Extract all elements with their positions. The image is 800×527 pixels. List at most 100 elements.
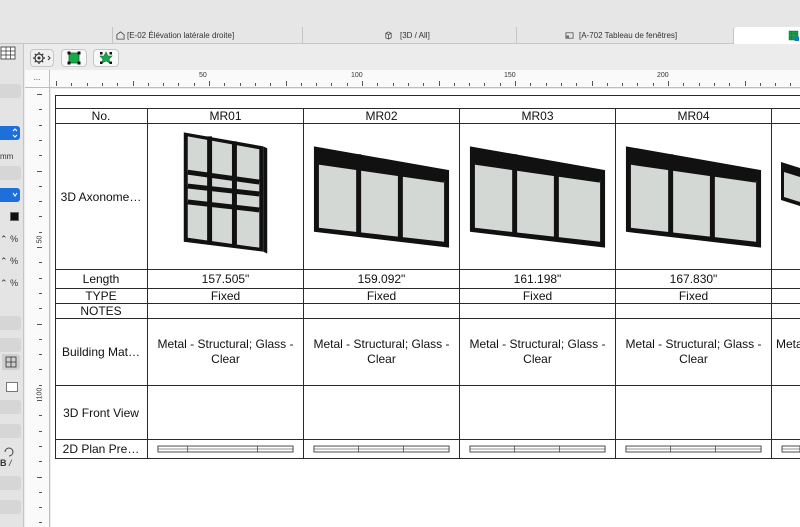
percent-row-2[interactable]: ⌃ % [0, 256, 18, 267]
stepper-icon: ⌃ [0, 278, 8, 288]
schedule-grid-icon[interactable] [0, 46, 16, 60]
ruler-tick [453, 83, 455, 86]
view-tab-bar: [E-02 Élévation latérale droite] [3D / A… [0, 0, 800, 44]
ruler-tick [652, 83, 654, 86]
ruler-tick [744, 81, 746, 86]
plan-preview-mr01[interactable] [148, 440, 304, 458]
material-mr03[interactable]: Metal - Structural; Glass - Clear [460, 319, 616, 385]
length-mr02[interactable]: 159.092" [304, 270, 460, 288]
zoom-selection-button[interactable] [93, 49, 119, 67]
plan-preview-mr04[interactable] [616, 440, 772, 458]
front-view-mr01[interactable] [148, 386, 304, 439]
palette-field-1[interactable] [0, 84, 21, 98]
type-mr03[interactable]: Fixed [460, 289, 616, 303]
ruler-tick [39, 216, 42, 218]
settings-button[interactable] [30, 49, 54, 67]
ruler-tick [86, 83, 88, 86]
row-header-3d-front-view: 3D Front View [55, 386, 148, 439]
type-mr02[interactable]: Fixed [304, 289, 460, 303]
palette-field-7[interactable] [0, 476, 21, 490]
ruler-tick [39, 155, 42, 157]
window-3d-preview-mr04 [625, 146, 762, 248]
tab-3d[interactable]: [3D / All] [302, 27, 516, 44]
material-mr05[interactable]: Metal [772, 319, 800, 385]
percent-row-3[interactable]: ⌃ % [0, 278, 18, 289]
ruler-tick [392, 83, 394, 86]
tab-3d-label: [3D / All] [400, 31, 430, 40]
ruler-corner[interactable]: ... [25, 70, 50, 88]
ruler-tick [423, 83, 425, 86]
ruler-tick [759, 83, 761, 86]
ruler-tick [39, 507, 42, 509]
ruler-tick [224, 83, 226, 86]
plan-preview-mr05[interactable] [772, 440, 800, 458]
notes-mr04[interactable] [616, 304, 772, 318]
palette-field-2[interactable] [0, 166, 21, 180]
notes-mr02[interactable] [304, 304, 460, 318]
front-view-mr05[interactable] [772, 386, 800, 439]
palette-dropdown-2[interactable] [0, 188, 20, 202]
palette-field-3[interactable] [0, 316, 21, 330]
palette-field-4[interactable] [0, 338, 21, 352]
col-id-mr04[interactable]: MR04 [616, 109, 772, 123]
palette-dropdown-1[interactable] [0, 126, 20, 140]
ruler-tick [101, 83, 103, 86]
window-3d-preview-mr05 [781, 162, 800, 206]
tab-elevation[interactable]: [E-02 Élévation latérale droite] [112, 27, 302, 44]
percent-row-1[interactable]: ⌃ % [0, 234, 18, 245]
tab-active-view[interactable] [733, 27, 800, 44]
schedule-icon [565, 32, 574, 39]
schedule-toolbar [25, 44, 800, 70]
ruler-tick [362, 81, 363, 86]
palette-field-6[interactable] [0, 424, 21, 438]
select-element-button[interactable] [61, 49, 87, 67]
material-mr04[interactable]: Metal - Structural; Glass - Clear [616, 319, 772, 385]
axonometric-cell-mr05[interactable] [772, 124, 800, 269]
type-mr05[interactable] [772, 289, 800, 303]
axonometric-cell-mr03[interactable] [460, 124, 616, 269]
ruler-mark-200: 200 [657, 72, 669, 79]
text-style-label[interactable]: B / [0, 458, 12, 468]
front-view-mr04[interactable] [616, 386, 772, 439]
axonometric-cell-mr04[interactable] [616, 124, 772, 269]
palette-field-8[interactable] [0, 500, 21, 514]
front-view-mr03[interactable] [460, 386, 616, 439]
col-id-mr02[interactable]: MR02 [304, 109, 460, 123]
col-id-mr05[interactable] [772, 109, 800, 123]
front-view-mr02[interactable] [304, 386, 460, 439]
tab-window-schedule[interactable]: [A-702 Tableau de fenêtres] [516, 27, 733, 44]
refresh-icon[interactable] [2, 446, 16, 458]
color-swatch[interactable] [10, 212, 19, 221]
axonometric-cell-mr02[interactable] [304, 124, 460, 269]
length-mr01[interactable]: 157.505" [148, 270, 304, 288]
col-id-mr01[interactable]: MR01 [148, 109, 304, 123]
axonometric-cell-mr01[interactable] [148, 124, 304, 269]
ruler-tick [39, 124, 42, 126]
length-mr04[interactable]: 167.830" [616, 270, 772, 288]
type-mr04[interactable]: Fixed [616, 289, 772, 303]
ruler-tick [39, 461, 42, 463]
length-mr05[interactable] [772, 270, 800, 288]
green-star-icon [99, 51, 113, 64]
notes-mr05[interactable] [772, 304, 800, 318]
ruler-tick [316, 83, 318, 86]
fill-swatch[interactable] [6, 382, 18, 392]
plan-preview-mr03[interactable] [460, 440, 616, 458]
material-mr02[interactable]: Metal - Structural; Glass - Clear [304, 319, 460, 385]
notes-mr01[interactable] [148, 304, 304, 318]
plan-preview-mr02[interactable] [304, 440, 460, 458]
notes-mr03[interactable] [460, 304, 616, 318]
ruler-tick [39, 185, 42, 187]
palette-grid-toggle[interactable] [2, 354, 20, 370]
ruler-tick [39, 262, 42, 264]
ruler-mark-100: 100 [351, 72, 363, 79]
length-mr03[interactable]: 161.198" [460, 270, 616, 288]
col-id-mr03[interactable]: MR03 [460, 109, 616, 123]
row-header-no: No. [55, 109, 148, 123]
ruler-tick [37, 94, 42, 95]
palette-field-5[interactable] [0, 400, 21, 414]
type-mr01[interactable]: Fixed [148, 289, 304, 303]
ruler-tick [71, 83, 73, 86]
ruler-mark-v50: 50 [36, 235, 44, 244]
material-mr01[interactable]: Metal - Structural; Glass - Clear [148, 319, 304, 385]
